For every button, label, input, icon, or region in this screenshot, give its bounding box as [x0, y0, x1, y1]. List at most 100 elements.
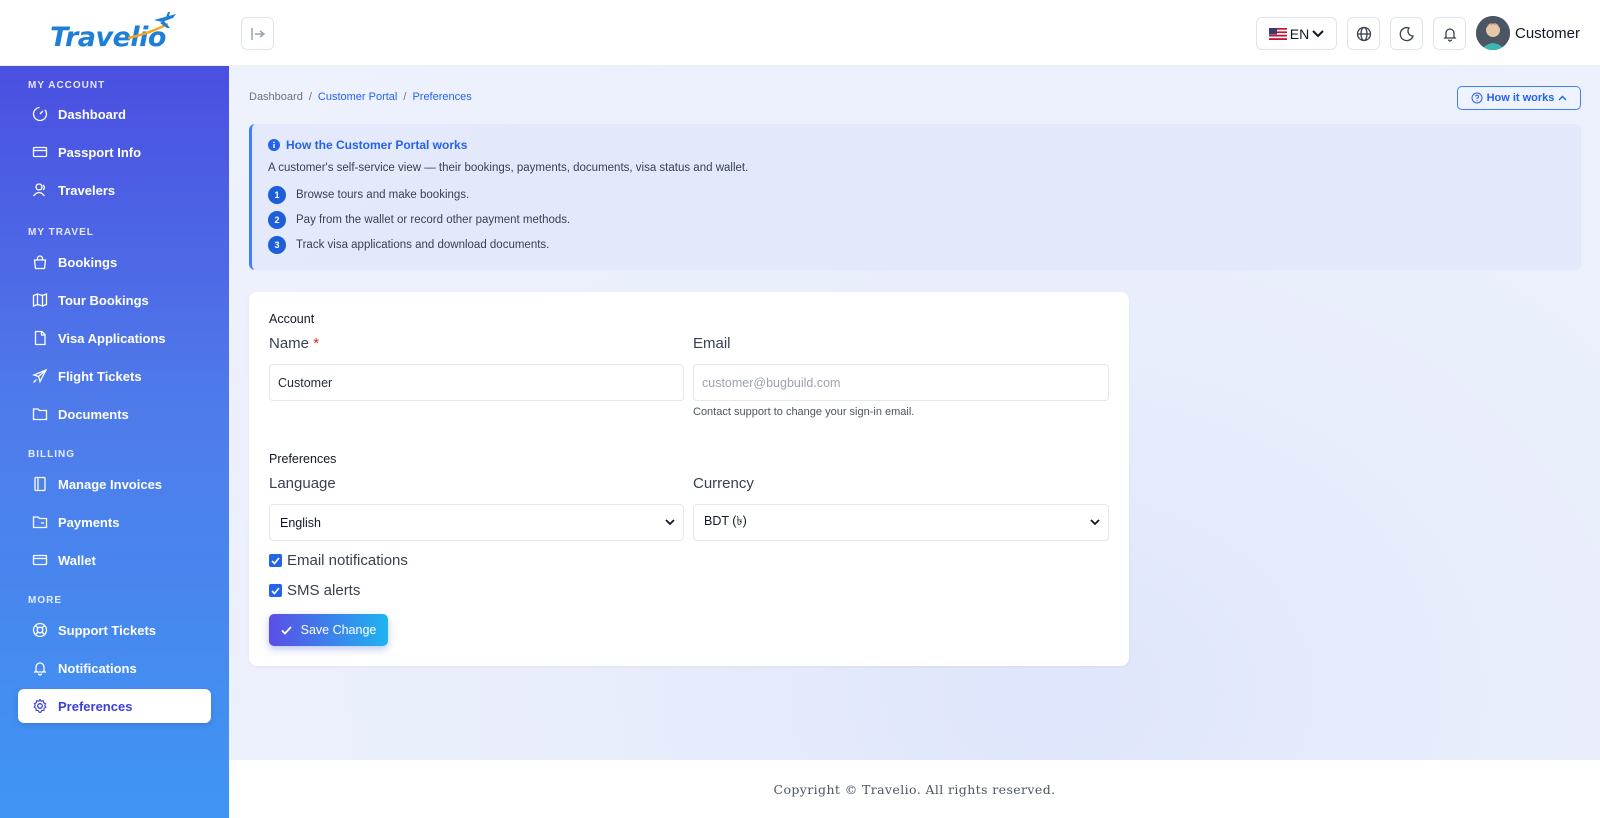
avatar: [1476, 16, 1510, 50]
currency-select[interactable]: BDT (৳): [693, 504, 1109, 541]
airplane-logo-icon: [127, 12, 176, 40]
check-icon: [271, 556, 280, 565]
us-flag-icon: [1268, 27, 1287, 40]
breadcrumb-preferences: Preferences: [412, 91, 472, 103]
sms-alerts-row[interactable]: SMS alerts: [269, 582, 360, 599]
chevron-down-icon: [1090, 519, 1100, 526]
sidebar-item-label: Dashboard: [58, 106, 126, 122]
sidebar-item-dashboard[interactable]: Dashboard: [18, 97, 211, 131]
sidebar-section-billing: BILLING: [28, 449, 75, 460]
info-title-text: How the Customer Portal works: [286, 138, 468, 152]
sidebar-item-preferences[interactable]: Preferences: [18, 689, 211, 723]
info-description: A customer's self-service view — their b…: [268, 162, 749, 174]
sidebar-item-label: Flight Tickets: [58, 368, 142, 384]
how-it-works-label: How it works: [1486, 92, 1555, 104]
save-change-label: Save Change: [300, 623, 377, 637]
user-menu[interactable]: Customer: [1476, 16, 1580, 50]
help-circle-icon: [1471, 92, 1483, 104]
language-select-value: English: [280, 515, 321, 530]
sidebar-item-payments[interactable]: Payments: [18, 505, 211, 539]
user-name: Customer: [1515, 24, 1581, 42]
breadcrumb: Dashboard / Customer Portal / Preference…: [249, 91, 472, 103]
sidebar-item-passport-info[interactable]: Passport Info: [18, 135, 211, 169]
name-label-text: Name: [269, 335, 310, 352]
card-icon: [32, 146, 48, 158]
step-number: 3: [268, 236, 286, 254]
breadcrumb-separator: /: [308, 91, 312, 103]
plane-icon: [32, 368, 48, 384]
sidebar-item-label: Preferences: [58, 698, 133, 714]
bell-icon: [1442, 27, 1457, 42]
preferences-form-card: Account Name * Customer Email customer@b…: [249, 292, 1129, 666]
collapse-icon: [250, 27, 265, 40]
lifebuoy-icon: [32, 622, 48, 638]
notifications-button[interactable]: [1433, 17, 1466, 50]
sidebar-item-label: Travelers: [58, 182, 116, 198]
currency-select-value: BDT (৳): [704, 513, 747, 528]
required-marker: *: [313, 335, 320, 352]
sidebar-item-label: Notifications: [58, 660, 137, 676]
email-notifications-label: Email notifications: [287, 552, 408, 569]
main-content: Dashboard / Customer Portal / Preference…: [229, 66, 1600, 760]
sidebar-item-manage-invoices[interactable]: Manage Invoices: [18, 467, 211, 501]
sidebar-collapse-button[interactable]: [241, 17, 274, 50]
user-avatar-icon: [1476, 16, 1510, 50]
chevron-down-icon: [665, 519, 675, 526]
step-text: Pay from the wallet or record other paym…: [296, 214, 571, 226]
info-step: 2 Pay from the wallet or record other pa…: [268, 211, 570, 229]
sidebar-item-label: Documents: [58, 406, 129, 422]
wallet-icon: [32, 554, 48, 566]
email-help-text: Contact support to change your sign-in e…: [693, 406, 915, 418]
globe-button[interactable]: [1347, 17, 1380, 50]
save-change-button[interactable]: Save Change: [269, 614, 388, 646]
email-notifications-checkbox[interactable]: [269, 554, 282, 567]
sidebar-item-label: Passport Info: [58, 144, 142, 160]
currency-label: Currency: [693, 475, 754, 492]
how-it-works-panel: How the Customer Portal works A customer…: [249, 124, 1581, 270]
gauge-icon: [32, 106, 48, 122]
language-select[interactable]: English: [269, 504, 684, 541]
step-number: 1: [268, 186, 286, 204]
sms-alerts-checkbox[interactable]: [269, 584, 282, 597]
language-dropdown[interactable]: EN: [1256, 17, 1337, 50]
step-number: 2: [268, 211, 286, 229]
breadcrumb-dashboard[interactable]: Dashboard: [249, 91, 303, 103]
check-icon: [271, 586, 280, 595]
travelio-logo[interactable]: Travelio: [50, 12, 180, 54]
sidebar-item-visa-applications[interactable]: Visa Applications: [18, 321, 211, 355]
sidebar-section-my-account: MY ACCOUNT: [28, 80, 106, 91]
invoice-icon: [34, 476, 46, 492]
preferences-section-title: Preferences: [269, 452, 337, 466]
users-icon: [32, 183, 46, 197]
sidebar-item-support-tickets[interactable]: Support Tickets: [18, 613, 211, 647]
sidebar-item-flight-tickets[interactable]: Flight Tickets: [18, 359, 211, 393]
sidebar-item-notifications[interactable]: Notifications: [18, 651, 211, 685]
breadcrumb-customer-portal[interactable]: Customer Portal: [318, 91, 397, 103]
email-notifications-row[interactable]: Email notifications: [269, 552, 408, 569]
bell-icon: [33, 662, 47, 676]
sidebar-section-more: MORE: [28, 595, 62, 606]
name-input[interactable]: Customer: [269, 364, 684, 401]
file-icon: [34, 330, 46, 346]
info-icon: [268, 139, 280, 151]
how-it-works-button[interactable]: How it works: [1457, 86, 1581, 110]
chevron-down-icon: [1312, 29, 1324, 37]
info-title: How the Customer Portal works: [268, 138, 467, 152]
sidebar-item-label: Payments: [58, 514, 120, 530]
sidebar-item-documents[interactable]: Documents: [18, 397, 211, 431]
info-step: 1 Browse tours and make bookings.: [268, 186, 469, 204]
theme-toggle-button[interactable]: [1390, 17, 1423, 50]
sidebar-item-label: Bookings: [58, 254, 118, 270]
name-label: Name *: [269, 335, 319, 352]
top-bar: Travelio EN Customer: [0, 0, 1600, 66]
sidebar-item-travelers[interactable]: Travelers: [18, 173, 211, 207]
gear-icon: [33, 698, 47, 713]
email-label: Email: [693, 335, 731, 352]
chevron-up-icon: [1558, 95, 1567, 101]
sidebar-item-bookings[interactable]: Bookings: [18, 245, 211, 279]
bag-icon: [33, 255, 47, 270]
sidebar-section-my-travel: MY TRAVEL: [28, 227, 94, 238]
sidebar: MY ACCOUNT Dashboard Passport Info Trave…: [0, 66, 229, 818]
sidebar-item-wallet[interactable]: Wallet: [18, 543, 211, 577]
sidebar-item-tour-bookings[interactable]: Tour Bookings: [18, 283, 211, 317]
